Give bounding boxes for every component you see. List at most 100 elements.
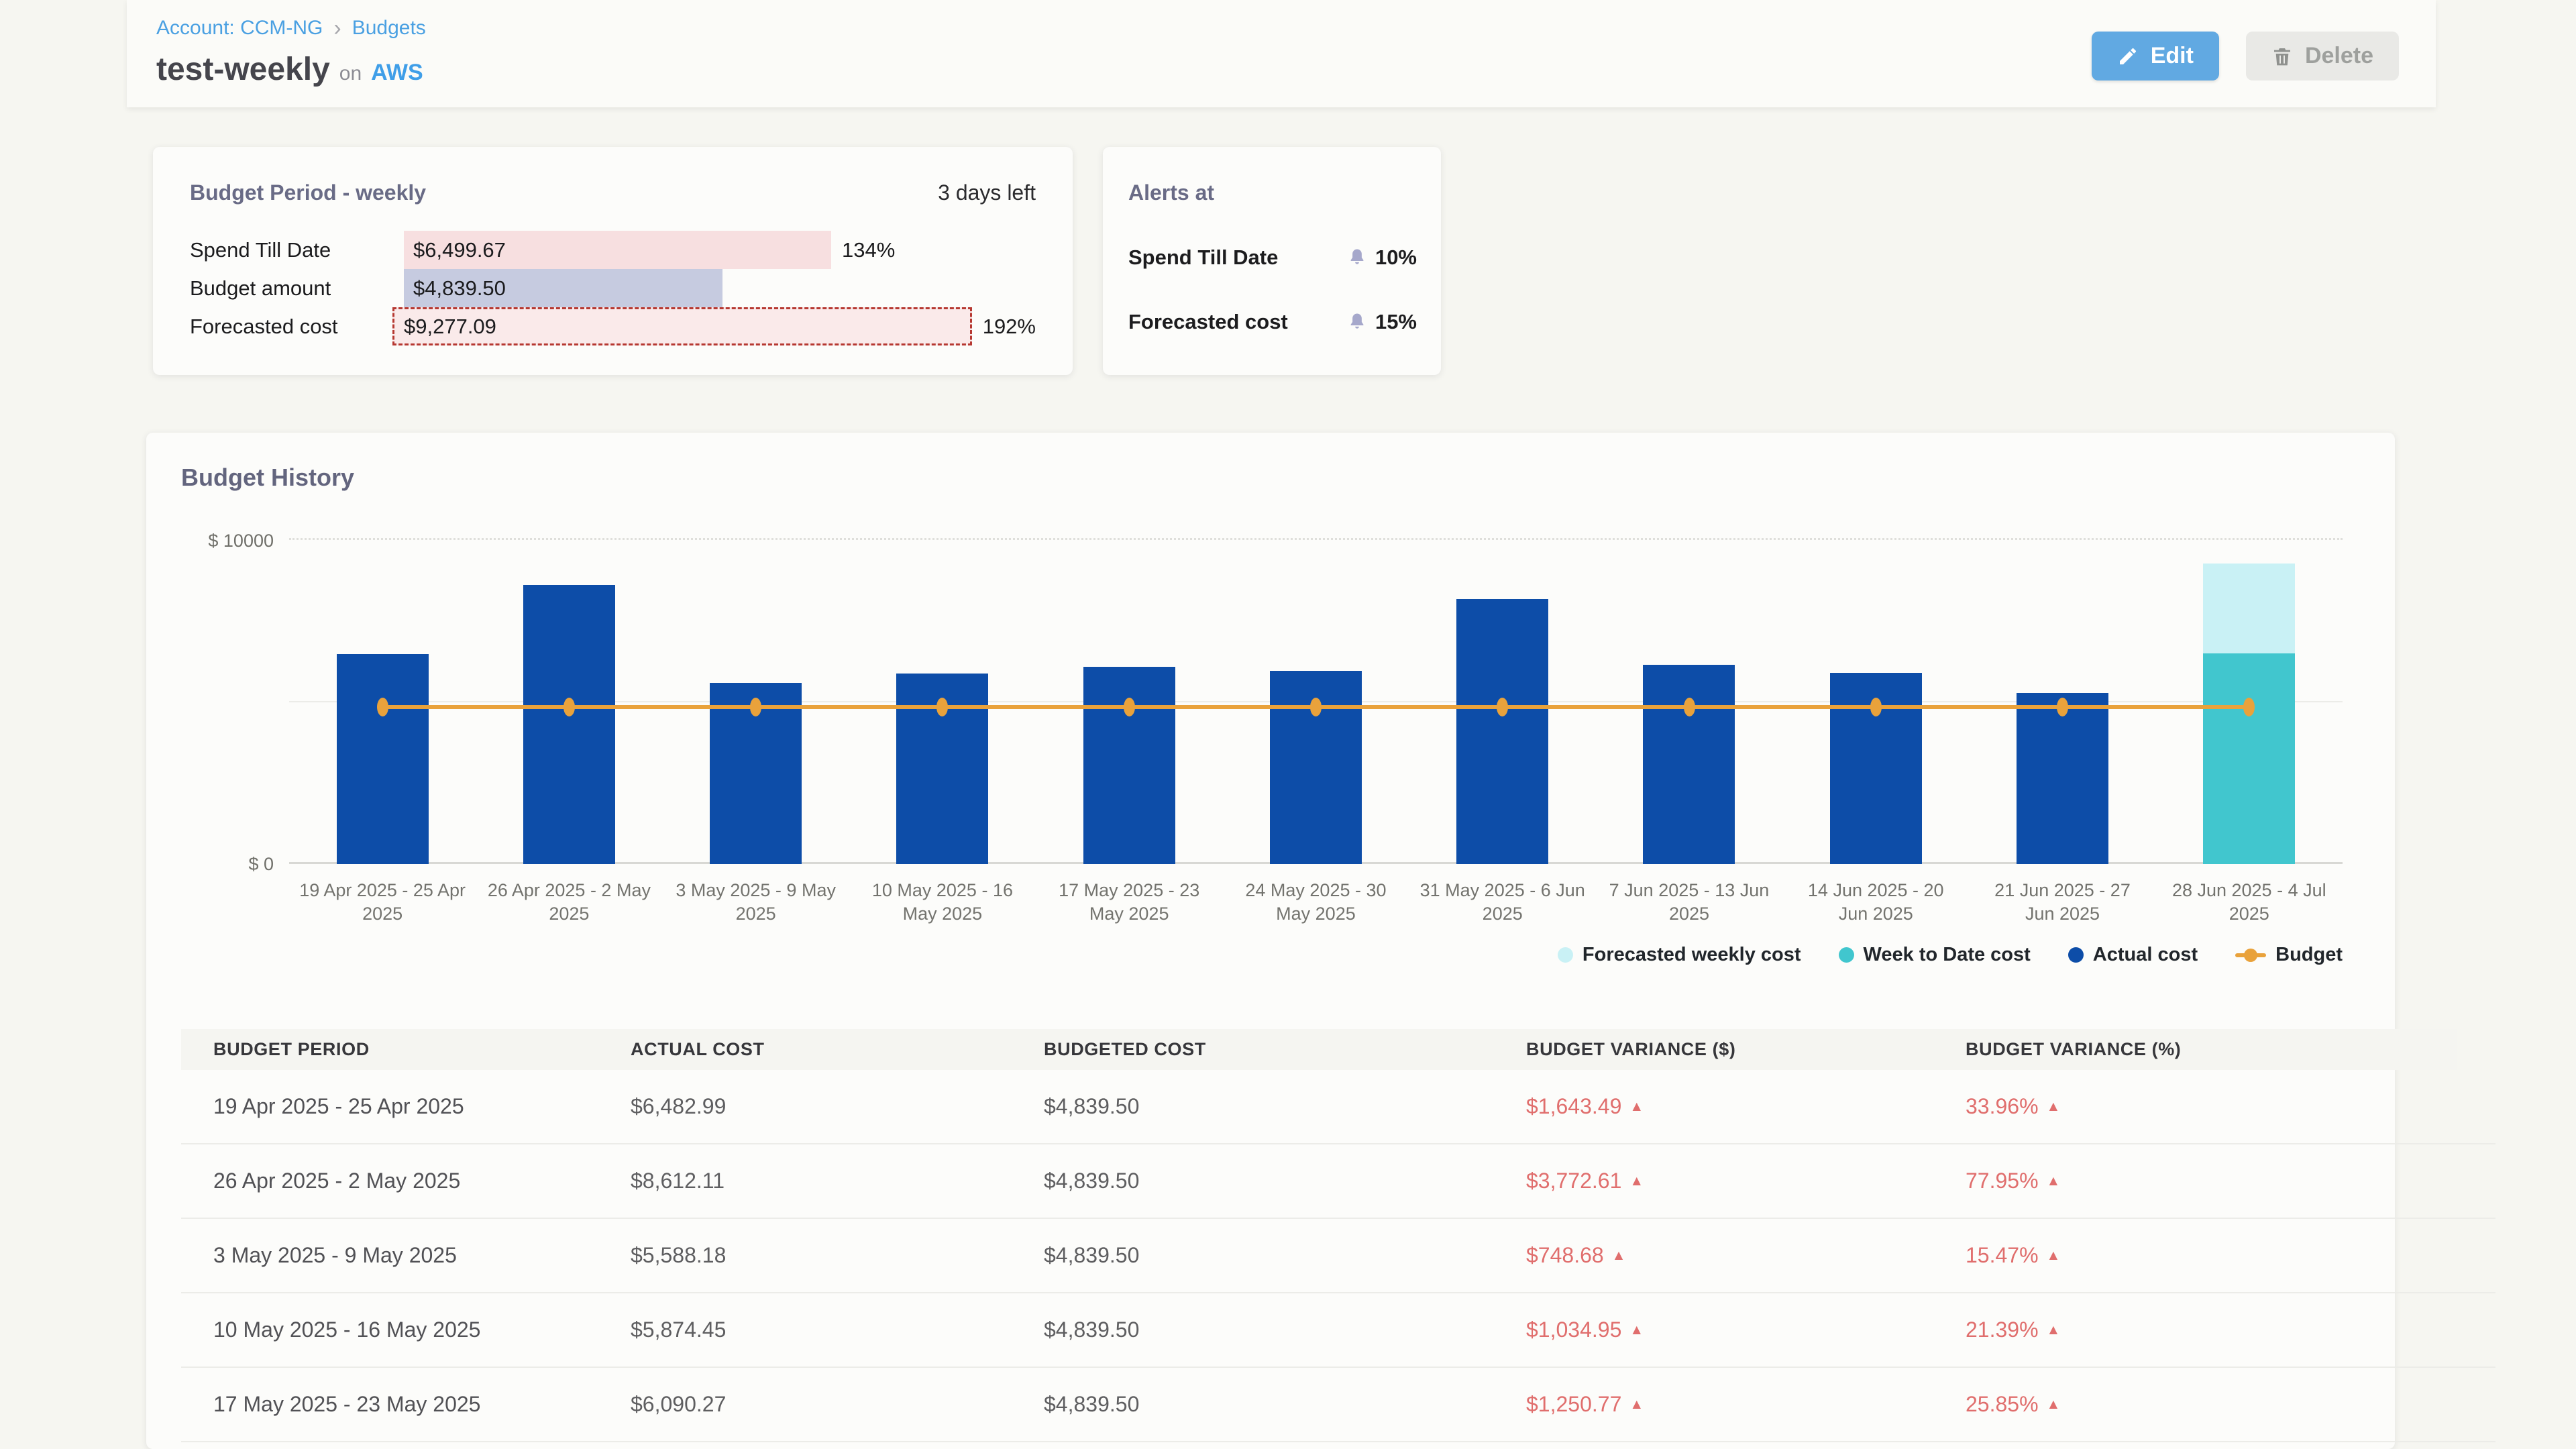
cell-budget-period: 19 Apr 2025 - 25 Apr 2025: [213, 1094, 631, 1119]
up-arrow-icon: ▲: [2047, 1099, 2061, 1114]
table-header-cell: BUDGET VARIANCE (%): [1966, 1039, 2457, 1060]
budget-line-marker[interactable]: [1497, 698, 1508, 716]
up-arrow-icon: ▲: [1612, 1248, 1626, 1263]
chart-column: [2156, 527, 2343, 864]
cell-budgeted-cost: $4,839.50: [1044, 1169, 1526, 1193]
cell-budgeted-cost: $4,839.50: [1044, 1392, 1526, 1417]
budget-period-row-spend: Spend Till Date$6,499.67134%: [190, 231, 1036, 269]
actual-cost-bar[interactable]: [1643, 665, 1735, 864]
breadcrumb-budgets-link[interactable]: Budgets: [352, 17, 426, 40]
cell-actual-cost: $5,874.45: [631, 1318, 1044, 1342]
legend-item-forecasted-weekly-cost[interactable]: Forecasted weekly cost: [1558, 944, 1801, 966]
bell-icon: [1347, 248, 1367, 268]
chart-legend: Forecasted weekly cost Week to Date cost A…: [1558, 944, 2343, 966]
up-arrow-icon: ▲: [1629, 1397, 1644, 1411]
y-axis-tick-10000: $ 10000: [166, 531, 274, 551]
cell-actual-cost: $5,588.18: [631, 1243, 1044, 1268]
table-header-cell: BUDGET PERIOD: [213, 1039, 631, 1060]
budget-line-marker[interactable]: [2243, 698, 2255, 716]
actual-cost-bar[interactable]: [337, 654, 429, 864]
table-row: 26 Apr 2025 - 2 May 2025$8,612.11$4,839.…: [181, 1144, 2496, 1219]
budget-history-card: Budget History $ 10000 $ 0 19 Apr 2025 -…: [146, 433, 2395, 1449]
chart-column: [1782, 527, 1969, 864]
bp-row-percent: 192%: [983, 315, 1036, 339]
budget-line-marker[interactable]: [750, 698, 761, 716]
bp-row-value: $6,499.67: [404, 238, 506, 262]
actual-cost-bar[interactable]: [1456, 599, 1548, 864]
budget-history-chart: [289, 527, 2343, 864]
days-left-label: 3 days left: [938, 180, 1036, 205]
x-axis-label: 28 Jun 2025 - 4 Jul 2025: [2156, 879, 2343, 926]
x-axis-label: 10 May 2025 - 16 May 2025: [849, 879, 1036, 926]
cell-actual-cost: $6,090.27: [631, 1392, 1044, 1417]
budget-line-marker[interactable]: [564, 698, 575, 716]
chart-column: [289, 527, 476, 864]
bp-forecast-bar: $9,277.09: [392, 307, 972, 345]
table-row: 3 May 2025 - 9 May 2025$5,588.18$4,839.5…: [181, 1219, 2496, 1293]
x-axis-labels: 19 Apr 2025 - 25 Apr 202526 Apr 2025 - 2…: [289, 879, 2343, 926]
cell-budget-variance-pct: 25.85%▲: [1966, 1392, 2496, 1417]
page-header: Account: CCM-NG › Budgets test-weekly on…: [127, 0, 2436, 107]
budget-line-marker[interactable]: [936, 698, 948, 716]
chart-column: [1036, 527, 1222, 864]
page-title: test-weekly: [156, 51, 330, 88]
cloud-provider-label: AWS: [371, 60, 423, 86]
up-arrow-icon: ▲: [1629, 1099, 1644, 1114]
title-row: test-weekly on AWS: [156, 51, 423, 88]
actual-cost-bar[interactable]: [523, 585, 615, 864]
budget-history-table: BUDGET PERIODACTUAL COSTBUDGETED COSTBUD…: [181, 1029, 2311, 1442]
chart-column: [1596, 527, 1782, 864]
budget-line-marker[interactable]: [1124, 698, 1135, 716]
title-on-word: on: [339, 62, 362, 85]
up-arrow-icon: ▲: [1629, 1174, 1644, 1188]
cell-budget-variance-pct: 21.39%▲: [1966, 1318, 2496, 1342]
week-to-date-cost-bar[interactable]: [2203, 653, 2295, 864]
alert-label: Spend Till Date: [1128, 246, 1347, 270]
table-header-cell: ACTUAL COST: [631, 1039, 1044, 1060]
x-axis-label: 7 Jun 2025 - 13 Jun 2025: [1596, 879, 1782, 926]
table-row: 10 May 2025 - 16 May 2025$5,874.45$4,839…: [181, 1293, 2496, 1368]
legend-item-week-to-date-cost[interactable]: Week to Date cost: [1839, 944, 2031, 966]
x-axis-label: 21 Jun 2025 - 27 Jun 2025: [1969, 879, 2155, 926]
alert-percent: 15%: [1375, 310, 1417, 334]
budget-line-marker[interactable]: [1870, 698, 1882, 716]
alert-row: Forecasted cost15%: [1128, 310, 1417, 334]
budget-period-row-budget: Budget amount$4,839.50: [190, 269, 1036, 307]
budget-line-marker[interactable]: [2057, 698, 2068, 716]
cell-budgeted-cost: $4,839.50: [1044, 1318, 1526, 1342]
up-arrow-icon: ▲: [2047, 1323, 2061, 1337]
edit-button[interactable]: Edit: [2092, 32, 2219, 80]
x-axis-label: 19 Apr 2025 - 25 Apr 2025: [289, 879, 476, 926]
up-arrow-icon: ▲: [2047, 1174, 2061, 1188]
bp-row-value: $9,277.09: [394, 315, 496, 339]
legend-item-actual-cost[interactable]: Actual cost: [2068, 944, 2198, 966]
legend-item-budget[interactable]: Budget: [2235, 944, 2343, 966]
bp-row-label: Forecasted cost: [190, 315, 392, 339]
actual-cost-bar[interactable]: [1083, 667, 1175, 864]
bp-row-label: Spend Till Date: [190, 238, 404, 262]
legend-dot-icon: [1839, 947, 1854, 963]
x-axis-label: 14 Jun 2025 - 20 Jun 2025: [1782, 879, 1969, 926]
budget-line-marker[interactable]: [1310, 698, 1322, 716]
chart-column: [476, 527, 662, 864]
budget-line-marker[interactable]: [377, 698, 388, 716]
chevron-right-icon: ›: [333, 18, 341, 38]
legend-dot-icon: [2068, 947, 2084, 963]
alert-percent: 10%: [1375, 246, 1417, 270]
x-axis-label: 3 May 2025 - 9 May 2025: [663, 879, 849, 926]
cell-budget-period: 10 May 2025 - 16 May 2025: [213, 1318, 631, 1342]
cell-budget-period: 3 May 2025 - 9 May 2025: [213, 1243, 631, 1268]
pencil-icon: [2117, 46, 2139, 67]
actual-cost-bar[interactable]: [2017, 693, 2108, 864]
cell-actual-cost: $8,612.11: [631, 1169, 1044, 1193]
chart-column: [849, 527, 1036, 864]
table-header-row: BUDGET PERIODACTUAL COSTBUDGETED COSTBUD…: [181, 1029, 2457, 1070]
alerts-title: Alerts at: [1128, 180, 1214, 205]
delete-button[interactable]: Delete: [2246, 32, 2399, 80]
table-header-cell: BUDGET VARIANCE ($): [1526, 1039, 1966, 1060]
budget-period-card: Budget Period - weekly 3 days left Spend…: [153, 147, 1073, 375]
breadcrumb-account-link[interactable]: Account: CCM-NG: [156, 17, 323, 40]
cell-budget-variance-pct: 77.95%▲: [1966, 1169, 2496, 1193]
cell-budget-variance-usd: $1,034.95▲: [1526, 1318, 1966, 1342]
budget-line-marker[interactable]: [1684, 698, 1695, 716]
